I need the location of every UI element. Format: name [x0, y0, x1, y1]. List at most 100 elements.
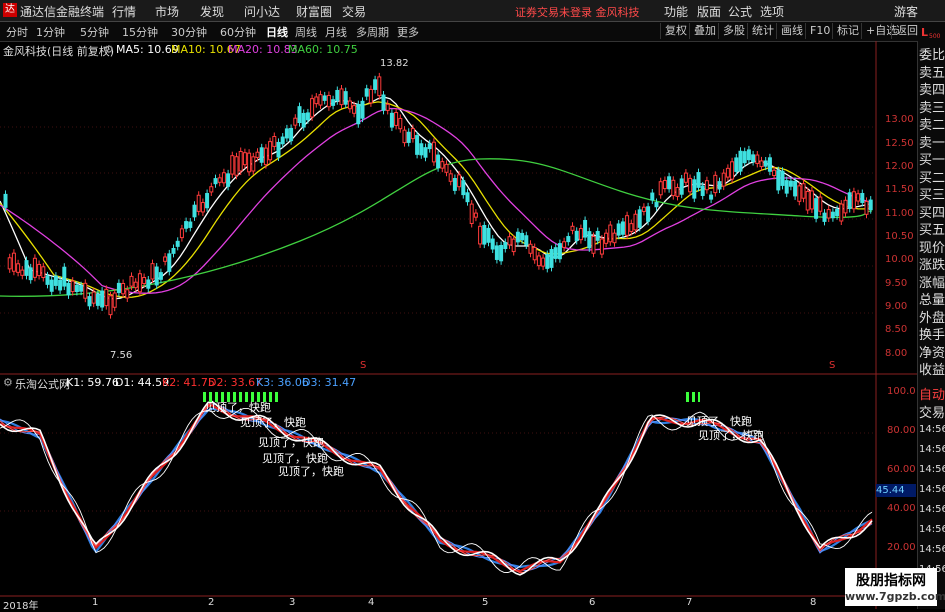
candle-body	[482, 224, 487, 245]
quote-item-label[interactable]: 卖一	[919, 132, 945, 151]
price-tick-label: 13.00	[885, 114, 914, 125]
candle-body	[289, 127, 294, 142]
candle-body	[494, 245, 499, 260]
candle-body	[696, 172, 701, 188]
candle-body	[221, 172, 226, 184]
period-weekly[interactable]: 周线	[295, 24, 317, 40]
quote-item-label[interactable]: 买二	[919, 167, 945, 186]
menu-gongneng[interactable]: 功能	[664, 3, 688, 20]
quote-item-label[interactable]: 换手	[919, 324, 945, 343]
period-multi[interactable]: 多周期	[356, 24, 389, 40]
candle-body	[839, 203, 844, 222]
period-15min[interactable]: 15分钟	[122, 24, 158, 40]
candle-body	[251, 156, 256, 172]
btn-fuquan[interactable]: 复权	[660, 23, 691, 39]
period-5min[interactable]: 5分钟	[80, 24, 109, 40]
btn-tongji[interactable]: 统计	[747, 23, 778, 39]
watermark-title: 股朋指标网	[856, 573, 926, 589]
price-tick-label: 8.50	[885, 324, 908, 335]
menu-shichang[interactable]: 市场	[155, 3, 179, 20]
period-1min[interactable]: 1分钟	[36, 24, 65, 40]
candle-body	[32, 257, 37, 278]
period-more[interactable]: 更多	[397, 24, 419, 40]
candle-body	[352, 105, 357, 114]
candle-body	[305, 112, 310, 121]
level-badge: L	[921, 26, 929, 39]
menu-wenxiaoda[interactable]: 问小达	[244, 3, 280, 20]
guest-label[interactable]: 游客	[894, 3, 918, 20]
trade-item-label[interactable]: 交易	[919, 402, 945, 421]
candle-body	[314, 96, 319, 105]
candle-body	[339, 88, 344, 106]
quote-item-label[interactable]: 委比	[919, 44, 945, 63]
menu-caifuquan[interactable]: 财富圈	[296, 3, 332, 20]
candle-body	[284, 128, 289, 139]
quote-item-label[interactable]: 买四	[919, 202, 945, 221]
candle-body	[738, 150, 743, 172]
candle-body	[95, 293, 100, 306]
candle-body	[465, 192, 470, 203]
indicator-gear-icon[interactable]: ⚙	[3, 376, 13, 389]
candle-body	[66, 282, 71, 296]
candle-body	[528, 243, 533, 254]
quote-item-label[interactable]: 卖五	[919, 62, 945, 81]
period-monthly[interactable]: 月线	[325, 24, 347, 40]
candle-body	[427, 143, 432, 150]
menu-faxian[interactable]: 发现	[200, 3, 224, 20]
trade-item-label[interactable]: 自动	[919, 384, 945, 403]
menu-banmian[interactable]: 版面	[697, 3, 721, 20]
btn-biaoji[interactable]: 标记	[832, 23, 863, 39]
btn-huaxian[interactable]: 画线	[776, 23, 807, 39]
quote-item-label[interactable]: 买三	[919, 184, 945, 203]
quote-item-label[interactable]: 买五	[919, 219, 945, 238]
sell-marker-2: S	[829, 360, 836, 371]
candle-body	[851, 191, 856, 210]
indicator-tick-label: 100.0	[887, 386, 916, 397]
quote-item-label[interactable]: 卖四	[919, 79, 945, 98]
warning-text-5: 见顶了，快跑	[278, 465, 344, 478]
indicator-name: 乐淘公式网	[15, 378, 70, 391]
candle-body	[755, 154, 760, 164]
quote-item-label[interactable]: 外盘	[919, 307, 945, 326]
candle-body	[856, 193, 861, 202]
candle-body	[45, 275, 50, 285]
quote-item-label[interactable]: 卖二	[919, 114, 945, 133]
candle-body	[780, 170, 785, 186]
chart-canvas[interactable]	[0, 41, 917, 609]
period-60min[interactable]: 60分钟	[220, 24, 256, 40]
menu-hangqing[interactable]: 行情	[112, 3, 136, 20]
btn-duogu[interactable]: 多股	[718, 23, 749, 39]
watermark-url: www.7gpzb.com	[845, 590, 945, 603]
candle-body	[654, 202, 659, 208]
candle-body	[641, 206, 646, 212]
quote-item-label[interactable]: 涨幅	[919, 272, 945, 291]
time-tick-label: 6	[589, 597, 596, 608]
candle-body	[150, 263, 155, 280]
btn-back[interactable]: 返回	[891, 23, 922, 39]
candle-body	[310, 98, 315, 118]
quote-item-label[interactable]: 买一	[919, 149, 945, 168]
candle-body	[503, 242, 508, 250]
price-tick-label: 11.50	[885, 184, 914, 195]
quote-item-label[interactable]: 涨跌	[919, 254, 945, 273]
candle-body	[742, 151, 747, 164]
menu-gongshi[interactable]: 公式	[728, 3, 752, 20]
quote-item-label[interactable]: 收益	[919, 359, 945, 378]
app-title: 通达信金融终端	[20, 5, 105, 19]
quote-item-label[interactable]: 卖三	[919, 97, 945, 116]
candle-body	[368, 88, 373, 104]
candle-body	[469, 203, 474, 224]
menu-xuanxiang[interactable]: 选项	[760, 3, 784, 20]
quote-item-label[interactable]: 总量	[919, 289, 945, 308]
period-fenshi[interactable]: 分时	[6, 24, 28, 40]
quote-item-label[interactable]: 现价	[919, 237, 945, 256]
period-30min[interactable]: 30分钟	[171, 24, 207, 40]
trade-time: 14:56	[919, 484, 945, 495]
btn-f10[interactable]: F10	[805, 23, 834, 39]
btn-diejia[interactable]: 叠加	[689, 23, 720, 39]
quote-item-label[interactable]: 净资	[919, 342, 945, 361]
menu-jiaoyi[interactable]: 交易	[342, 3, 366, 20]
login-notice[interactable]: 证券交易未登录 金风科技	[515, 4, 640, 20]
candle-body	[406, 131, 411, 143]
period-daily[interactable]: 日线	[266, 24, 288, 40]
